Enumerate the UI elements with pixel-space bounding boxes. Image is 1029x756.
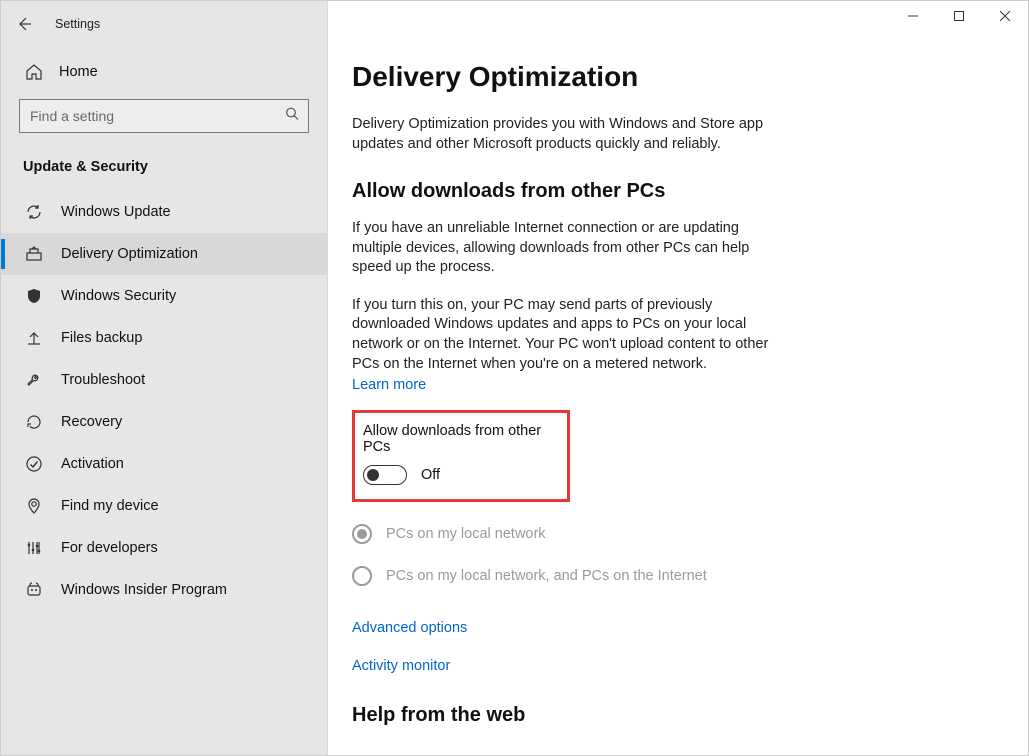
sidebar-item-label: Windows Security xyxy=(61,288,176,304)
window-controls xyxy=(890,1,1028,31)
learn-more-link[interactable]: Learn more xyxy=(352,377,426,393)
sidebar-item-windows-update[interactable]: Windows Update xyxy=(1,191,327,233)
sidebar-item-home[interactable]: Home xyxy=(1,43,327,99)
sidebar-item-for-developers[interactable]: For developers xyxy=(1,527,327,569)
titlebar: Settings xyxy=(1,15,327,43)
close-button[interactable] xyxy=(982,1,1028,31)
sidebar-item-label: Files backup xyxy=(61,330,142,346)
wrench-icon xyxy=(25,371,43,389)
sidebar-item-troubleshoot[interactable]: Troubleshoot xyxy=(1,359,327,401)
recovery-icon xyxy=(25,413,43,431)
intro-text: Delivery Optimization provides you with … xyxy=(352,115,782,154)
developers-icon xyxy=(25,539,43,557)
sidebar-item-label: Find my device xyxy=(61,498,159,514)
radio-local-and-internet[interactable]: PCs on my local network, and PCs on the … xyxy=(352,566,992,586)
radio-local-network[interactable]: PCs on my local network xyxy=(352,524,992,544)
home-label: Home xyxy=(59,64,98,80)
shield-icon xyxy=(25,287,43,305)
minimize-button[interactable] xyxy=(890,1,936,31)
sidebar-item-files-backup[interactable]: Files backup xyxy=(1,317,327,359)
location-icon xyxy=(25,497,43,515)
sidebar-item-label: Delivery Optimization xyxy=(61,246,198,262)
sidebar-item-label: Recovery xyxy=(61,414,122,430)
search-box[interactable] xyxy=(19,99,309,133)
sidebar-item-label: For developers xyxy=(61,540,158,556)
search-input[interactable] xyxy=(19,99,309,133)
toggle-highlight: Allow downloads from other PCs Off xyxy=(352,410,570,502)
sidebar-item-label: Windows Update xyxy=(61,204,171,220)
radio-group: PCs on my local network PCs on my local … xyxy=(352,524,992,586)
sidebar: Settings Home Update & Security Windows … xyxy=(1,1,328,755)
help-heading: Help from the web xyxy=(352,704,992,727)
search-icon xyxy=(285,107,299,126)
radio-label: PCs on my local network, and PCs on the … xyxy=(386,568,707,584)
maximize-button[interactable] xyxy=(936,1,982,31)
main-content: Delivery Optimization Delivery Optimizat… xyxy=(328,1,1028,755)
section-title: Update & Security xyxy=(1,151,327,191)
sidebar-item-label: Activation xyxy=(61,456,124,472)
toggle-knob xyxy=(367,469,379,481)
activity-monitor-link[interactable]: Activity monitor xyxy=(352,658,992,674)
sidebar-item-windows-security[interactable]: Windows Security xyxy=(1,275,327,317)
sidebar-item-label: Windows Insider Program xyxy=(61,582,227,598)
sidebar-item-windows-insider[interactable]: Windows Insider Program xyxy=(1,569,327,611)
back-arrow-icon[interactable] xyxy=(15,15,33,33)
sidebar-nav: Windows Update Delivery Optimization Win… xyxy=(1,191,327,611)
page-title: Delivery Optimization xyxy=(352,61,992,93)
sync-icon xyxy=(25,203,43,221)
paragraph-2: If you turn this on, your PC may send pa… xyxy=(352,296,782,374)
radio-icon xyxy=(352,524,372,544)
insider-icon xyxy=(25,581,43,599)
radio-label: PCs on my local network xyxy=(386,526,546,542)
radio-icon xyxy=(352,566,372,586)
sidebar-item-delivery-optimization[interactable]: Delivery Optimization xyxy=(1,233,327,275)
advanced-options-link[interactable]: Advanced options xyxy=(352,620,992,636)
delivery-icon xyxy=(25,245,43,263)
sidebar-item-recovery[interactable]: Recovery xyxy=(1,401,327,443)
sidebar-item-label: Troubleshoot xyxy=(61,372,145,388)
allow-downloads-toggle[interactable] xyxy=(363,465,407,485)
advanced-links: Advanced options Activity monitor xyxy=(352,620,992,674)
sidebar-item-find-my-device[interactable]: Find my device xyxy=(1,485,327,527)
app-title: Settings xyxy=(55,17,100,31)
home-icon xyxy=(25,63,43,81)
checkmark-circle-icon xyxy=(25,455,43,473)
toggle-label: Allow downloads from other PCs xyxy=(363,423,553,455)
section-heading: Allow downloads from other PCs xyxy=(352,180,992,203)
sidebar-item-activation[interactable]: Activation xyxy=(1,443,327,485)
toggle-state: Off xyxy=(421,467,440,483)
paragraph-1: If you have an unreliable Internet conne… xyxy=(352,219,782,278)
backup-icon xyxy=(25,329,43,347)
